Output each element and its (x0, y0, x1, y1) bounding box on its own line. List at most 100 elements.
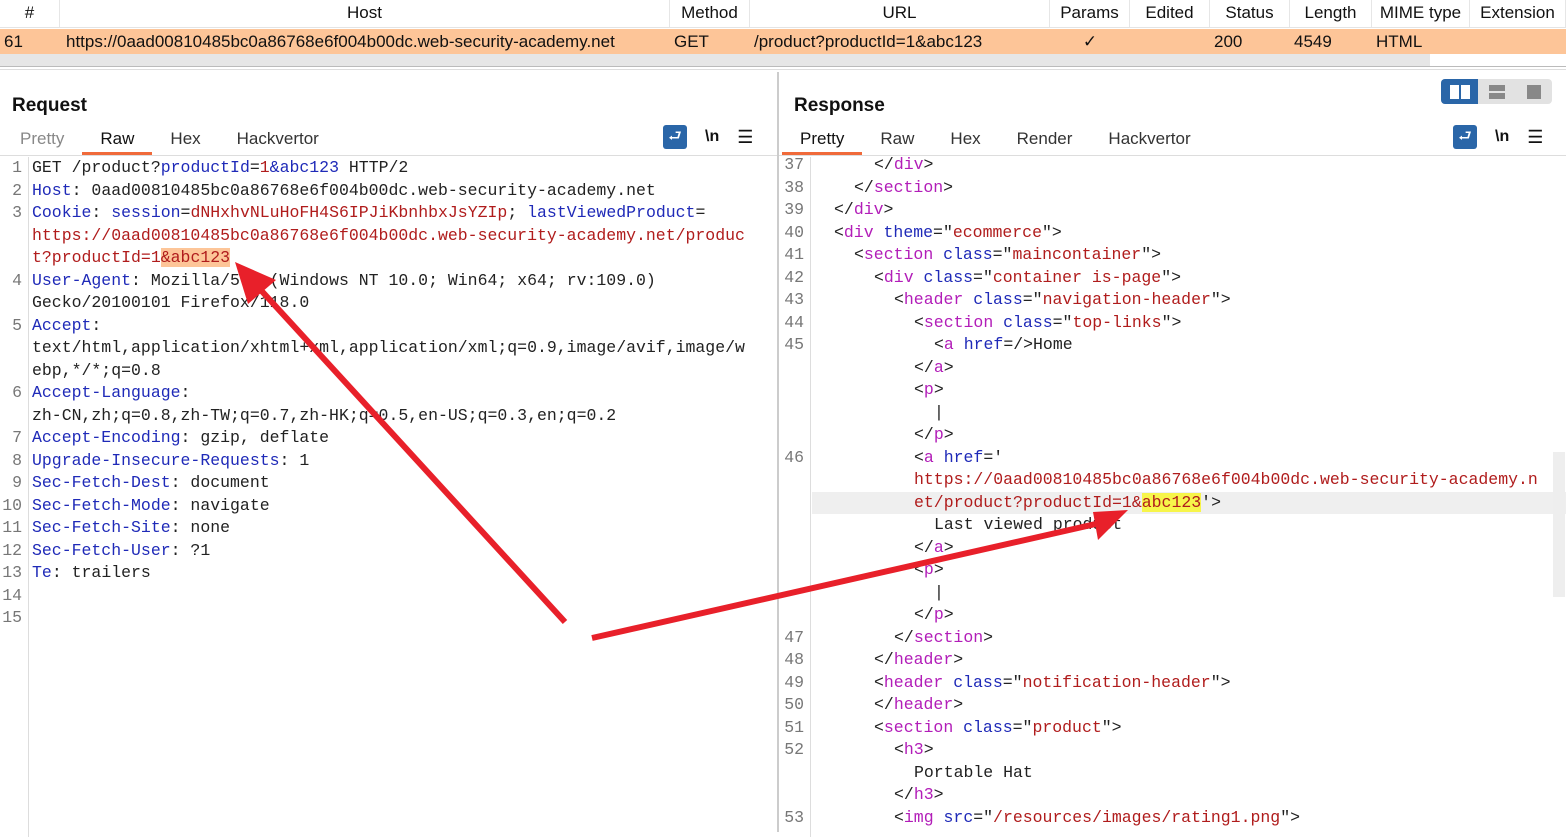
table-cell (1130, 29, 1210, 54)
tab-hex[interactable]: Hex (932, 128, 998, 155)
code-token: </ (894, 785, 914, 804)
code-token: </ (914, 537, 934, 557)
line-number: 14 (2, 585, 22, 605)
code-token: | (934, 582, 944, 602)
table-header: # Host Method URL Params Edited Status Length MI… (0, 0, 1566, 28)
tab-render[interactable]: Render (999, 128, 1091, 155)
code-line: 7 Accept-Encoding: gzip, deflate (0, 427, 777, 450)
code-line: https://0aad00810485bc0a86768e6f004b00dc… (0, 225, 777, 248)
code-token: < (834, 222, 844, 242)
code-token: Sec-Fetch-User (32, 540, 171, 560)
line-number: 4 (12, 270, 22, 290)
column-header[interactable]: Status (1210, 0, 1290, 27)
code-token: </ (914, 425, 934, 444)
code-token: product (1032, 717, 1102, 737)
column-header[interactable]: Method (670, 0, 750, 27)
code-line: </a> (779, 357, 1566, 380)
code-token: : navigate (170, 495, 270, 515)
code-token: Last viewed product (934, 515, 1123, 534)
tab-raw[interactable]: Raw (862, 128, 932, 155)
code-line: Portable Hat (779, 762, 1566, 785)
code-token: : 0aad00810485bc0a86768e6f004b00dc.web-s… (71, 180, 656, 200)
code-line: <p> (779, 559, 1566, 582)
layout-single-icon[interactable] (1515, 79, 1552, 104)
column-header[interactable]: Params (1050, 0, 1130, 27)
code-token: =" (973, 267, 993, 287)
tab-hex[interactable]: Hex (152, 128, 218, 155)
code-token: </ (854, 177, 874, 197)
code-token: </ (914, 357, 934, 377)
column-header[interactable]: Extension (1470, 0, 1566, 27)
code-line: 45 <a href=/>Home (779, 334, 1566, 357)
tab-pretty[interactable]: Pretty (2, 128, 82, 155)
column-header[interactable]: Host (60, 0, 670, 27)
code-line: text/html,application/xhtml+xml,applicat… (0, 337, 777, 360)
code-token: '> (1201, 492, 1221, 512)
response-editor[interactable]: 37 </div> 38 </section> 39 </div> 40 <div theme… (779, 154, 1566, 829)
newline-toggle-icon[interactable]: \n (705, 128, 719, 146)
code-token: img (903, 807, 934, 827)
code-token: > (943, 537, 954, 557)
code-token: = (180, 203, 191, 222)
code-token: class (913, 267, 974, 287)
column-header[interactable]: # (0, 0, 60, 27)
code-token: section (863, 245, 934, 264)
line-number: 2 (12, 180, 22, 200)
code-token: div (893, 155, 924, 174)
word-wrap-icon[interactable]: ⮐ (663, 125, 687, 149)
code-token: < (874, 267, 884, 287)
line-number: 12 (2, 540, 22, 560)
code-token: section (883, 717, 954, 737)
table-row[interactable]: 61 https://0aad00810485bc0a86768e6f004b00… (0, 29, 1566, 54)
code-token: "> (1101, 717, 1122, 737)
table-cell: HTML (1376, 32, 1423, 51)
code-line: 12 Sec-Fetch-User: ?1 (0, 540, 777, 563)
code-token: > (953, 695, 964, 714)
line-number: 53 (784, 807, 804, 827)
layout-stacked-icon[interactable] (1478, 79, 1515, 104)
column-header[interactable]: Length (1290, 0, 1372, 27)
code-token: Sec-Fetch-Dest (32, 473, 171, 492)
code-token: class (963, 290, 1023, 309)
request-tabs: Pretty Raw Hex Hackvertor (2, 128, 337, 155)
word-wrap-icon[interactable]: ⮐ (1453, 125, 1477, 149)
code-line: 39 </div> (779, 199, 1566, 222)
horizontal-scrollbar[interactable] (0, 54, 1430, 66)
code-line: </a> (779, 537, 1566, 560)
code-token: "> (1280, 807, 1301, 827)
column-header[interactable]: Edited (1130, 0, 1210, 27)
code-token: < (894, 740, 904, 759)
code-token: : 1 (279, 450, 310, 470)
menu-icon[interactable]: ☰ (1527, 127, 1543, 148)
tab-pretty[interactable]: Pretty (782, 128, 863, 155)
request-editor[interactable]: 1 GET /product?productId=1&abc123 HTTP/2 2… (0, 157, 777, 630)
response-scrollbar[interactable] (1553, 452, 1565, 597)
code-line: 42 <div class="container is-page"> (779, 267, 1566, 290)
tab-raw[interactable]: Raw (82, 128, 153, 155)
column-header[interactable]: MIME type (1372, 0, 1470, 27)
code-token: header (893, 695, 954, 714)
code-token: < (894, 807, 904, 827)
layout-side-by-side-icon[interactable] (1441, 79, 1478, 104)
code-token: : (91, 203, 112, 222)
tab-hackvertor[interactable]: Hackvertor (219, 128, 337, 155)
line-number: 3 (12, 203, 22, 222)
code-token: </ (874, 155, 894, 174)
newline-toggle-icon[interactable]: \n (1495, 128, 1509, 146)
code-line: zh-CN,zh;q=0.8,zh-TW;q=0.7,zh-HK;q=0.5,e… (0, 405, 777, 428)
table-cell: GET (674, 32, 709, 51)
code-line: | (779, 402, 1566, 425)
tab-hackvertor[interactable]: Hackvertor (1090, 128, 1208, 155)
code-token: &abc123 (269, 158, 339, 177)
column-header[interactable]: URL (750, 0, 1050, 27)
code-token: src (933, 807, 974, 827)
code-token: > (933, 380, 944, 399)
code-token: h3 (913, 785, 934, 804)
menu-icon[interactable]: ☰ (737, 127, 753, 148)
code-token: Portable Hat (914, 762, 1033, 782)
code-token: a (943, 335, 954, 354)
code-token: < (854, 245, 864, 264)
code-token: Sec-Fetch-Mode (32, 495, 171, 515)
split-divider[interactable] (0, 66, 1566, 70)
code-token: > (933, 560, 944, 579)
